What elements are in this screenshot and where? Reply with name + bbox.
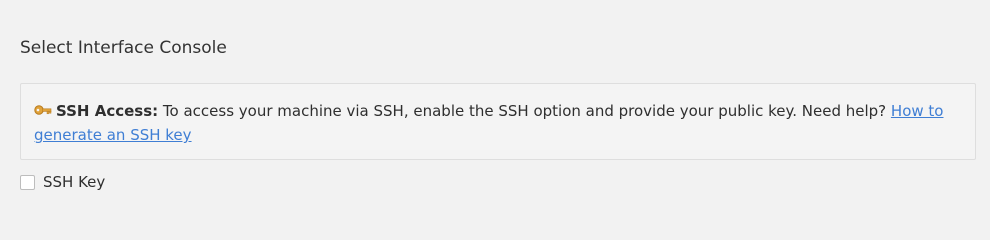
ssh-key-option[interactable]: SSH Key — [20, 173, 105, 191]
ssh-access-notice: SSH Access: To access your machine via S… — [20, 83, 976, 160]
key-icon — [34, 100, 52, 115]
ssh-key-label: SSH Key — [43, 173, 106, 191]
notice-message: To access your machine via SSH, enable t… — [158, 102, 891, 120]
section-title: Select Interface Console — [20, 38, 227, 58]
notice-heading: SSH Access: — [56, 102, 159, 120]
ssh-key-checkbox[interactable] — [20, 174, 35, 190]
